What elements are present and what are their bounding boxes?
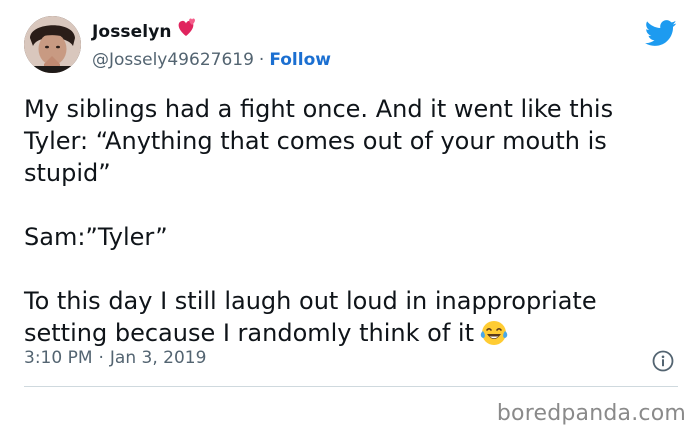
user-handle[interactable]: @Jossely49627619 xyxy=(92,50,254,70)
tweet-line-text: setting because I randomly think of it xyxy=(24,319,474,347)
follow-button[interactable]: Follow xyxy=(269,50,331,70)
laughing-tears-icon xyxy=(480,319,508,355)
handle-row: @Jossely49627619 · Follow xyxy=(92,50,331,70)
avatar[interactable] xyxy=(24,16,81,73)
tweet-line: stupid” xyxy=(24,159,111,187)
tweet-line: My siblings had a fight once. And it wen… xyxy=(24,95,614,123)
user-info: Josselyn @Jossely49627619 · Follow xyxy=(92,18,331,70)
display-name[interactable]: Josselyn xyxy=(92,22,172,42)
twitter-bird-icon[interactable] xyxy=(644,20,677,47)
divider xyxy=(24,386,678,387)
tweet-line: Tyler: “Anything that comes out of your … xyxy=(24,127,607,155)
tweet-card: Josselyn @Jossely49627619 · Follow My si… xyxy=(0,0,700,441)
timestamp-separator: · xyxy=(98,348,104,368)
info-icon[interactable] xyxy=(652,350,674,372)
tweet-line: To this day I still laugh out loud in in… xyxy=(24,287,597,315)
tweet-line: Sam:”Tyler” xyxy=(24,223,168,251)
tweet-text: My siblings had a fight once. And it wen… xyxy=(24,93,674,355)
tweet-time[interactable]: 3:10 PM xyxy=(24,348,93,368)
name-row: Josselyn xyxy=(92,18,331,44)
two-hearts-icon xyxy=(173,16,197,42)
watermark: boredpanda.com xyxy=(496,401,686,426)
tweet-timestamp[interactable]: 3:10 PM · Jan 3, 2019 xyxy=(24,348,206,368)
handle-separator: · xyxy=(258,50,265,70)
tweet-date[interactable]: Jan 3, 2019 xyxy=(110,348,207,368)
